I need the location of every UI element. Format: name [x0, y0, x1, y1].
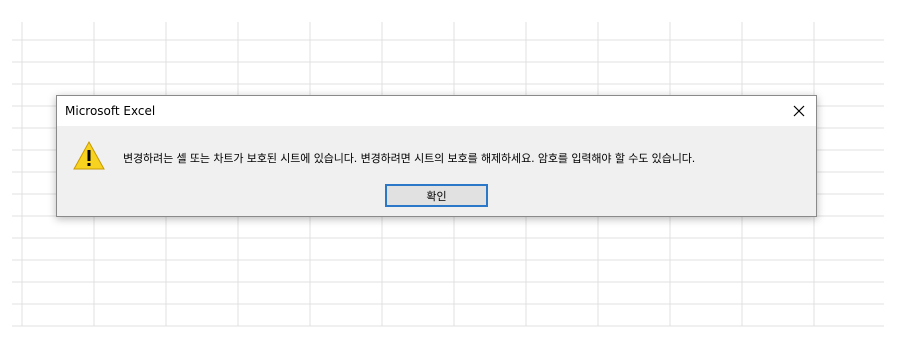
- close-button[interactable]: [782, 96, 816, 126]
- ok-button[interactable]: 확인: [385, 184, 488, 207]
- alert-dialog: Microsoft Excel 변경하려는 셀 또는 차트가 보호된 시트에 있…: [56, 95, 817, 217]
- warning-icon: [73, 140, 105, 170]
- excel-window: Microsoft Excel 변경하려는 셀 또는 차트가 보호된 시트에 있…: [0, 0, 897, 341]
- alert-message: 변경하려는 셀 또는 차트가 보호된 시트에 있습니다. 변경하려면 시트의 보…: [123, 152, 696, 165]
- close-icon: [793, 105, 805, 117]
- dialog-title: Microsoft Excel: [65, 104, 156, 118]
- dialog-body: 변경하려는 셀 또는 차트가 보호된 시트에 있습니다. 변경하려면 시트의 보…: [57, 126, 816, 216]
- dialog-titlebar[interactable]: Microsoft Excel: [57, 96, 816, 126]
